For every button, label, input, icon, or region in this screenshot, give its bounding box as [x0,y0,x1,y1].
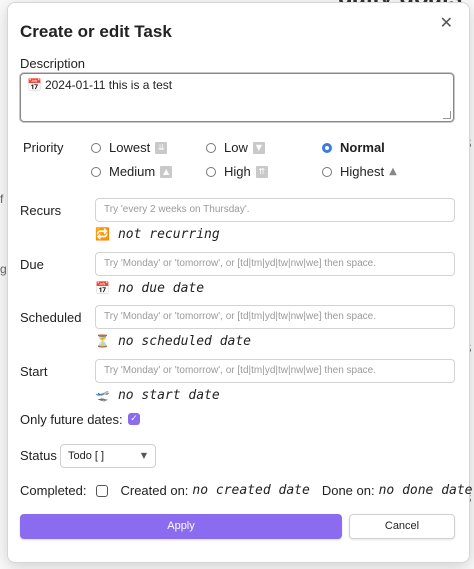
status-select-value: Todo [ ] [68,450,105,462]
recurs-input[interactable]: Try 'every 2 weeks on Thursday'. [95,198,455,222]
completed-label: Completed: [20,483,87,498]
start-status: 🛫 no start date [95,388,220,403]
double-down-icon: ⇊ [155,141,168,154]
priority-option-label: Lowest [109,140,151,155]
priority-low-radio[interactable]: Low ▼ [206,140,265,155]
description-value: 2024-01-11 this is a test [44,78,173,92]
hourglass-icon: ⏳ [95,334,110,348]
priority-option-label: High [224,164,251,179]
radio-circle[interactable] [91,142,101,153]
scheduled-status-text: no scheduled date [117,334,252,349]
priority-option-label: Low [224,140,248,155]
modal-title: Create or edit Task [20,22,172,41]
future-dates-checkbox[interactable]: ✓ [128,413,140,425]
scheduled-status: ⏳ no scheduled date [95,334,251,349]
priority-lowest-radio[interactable]: Lowest ⇊ [91,140,168,155]
recurs-status: 🔁 not recurring [95,227,220,242]
scheduled-label: Scheduled [20,310,82,325]
priority-normal-radio[interactable]: Normal [322,140,390,155]
up-icon: ▲ [160,165,173,178]
double-up-icon: ⇈ [255,165,268,178]
priority-option-label: Highest [340,164,385,179]
background-glyph: f [0,192,4,206]
description-label: Description [20,56,86,71]
description-input[interactable]: 📅 2024-01-11 this is a test [20,73,454,122]
radio-circle[interactable] [91,166,101,177]
edit-task-modal: ✕ Create or edit Task Description 📅 2024-… [7,2,473,563]
start-input[interactable]: Try 'Monday' or 'tomorrow', or [td|tm|yd… [95,359,455,383]
close-icon[interactable]: ✕ [440,13,453,32]
priority-highest-radio[interactable]: Highest ▲ [322,164,397,179]
cancel-button[interactable]: Cancel [349,514,455,539]
recurs-label: Recurs [20,203,62,218]
due-input[interactable]: Try 'Monday' or 'tomorrow', or [td|tm|yd… [95,252,455,276]
status-select[interactable]: Todo [ ] ▼ [60,444,156,468]
scheduled-input[interactable]: Try 'Monday' or 'tomorrow', or [td|tm|yd… [95,305,455,329]
radio-circle-selected[interactable] [322,142,332,153]
priority-option-label: Normal [340,140,385,155]
start-label: Start [20,364,48,379]
radio-circle[interactable] [322,166,332,177]
created-on-value: no created date [192,483,310,498]
due-label: Due [20,257,44,272]
due-status-text: no due date [117,281,205,296]
repeat-icon: 🔁 [95,227,110,241]
start-status-text: no start date [117,388,220,403]
created-on-label: Created on: [120,483,189,498]
chevron-down-icon: ▼ [140,451,147,460]
completed-checkbox[interactable] [96,484,109,497]
background-glyph: g [0,262,7,276]
done-on-value: no done date [378,483,473,498]
priority-high-radio[interactable]: High ⇈ [206,164,268,179]
status-label: Status [20,448,57,463]
apply-button[interactable]: Apply [20,514,342,539]
priority-label: Priority [23,140,64,155]
done-on-label: Done on: [321,483,375,498]
plane-icon: 🛫 [95,388,110,402]
resize-handle[interactable] [443,111,451,119]
calendar-icon: 📅 [95,281,110,295]
completed-row: Completed: Created on: no created date D… [20,483,473,498]
down-icon: ▼ [252,141,265,154]
radio-circle[interactable] [206,142,216,153]
radio-circle[interactable] [206,166,216,177]
priority-option-label: Medium [109,164,156,179]
priority-medium-radio[interactable]: Medium ▲ [91,164,173,179]
recurs-status-text: not recurring [117,227,220,242]
due-status: 📅 no due date [95,281,204,296]
triangle-up-icon: ▲ [389,166,397,177]
future-dates-label: Only future dates: [20,412,123,427]
calendar-icon: 📅 [27,78,42,92]
